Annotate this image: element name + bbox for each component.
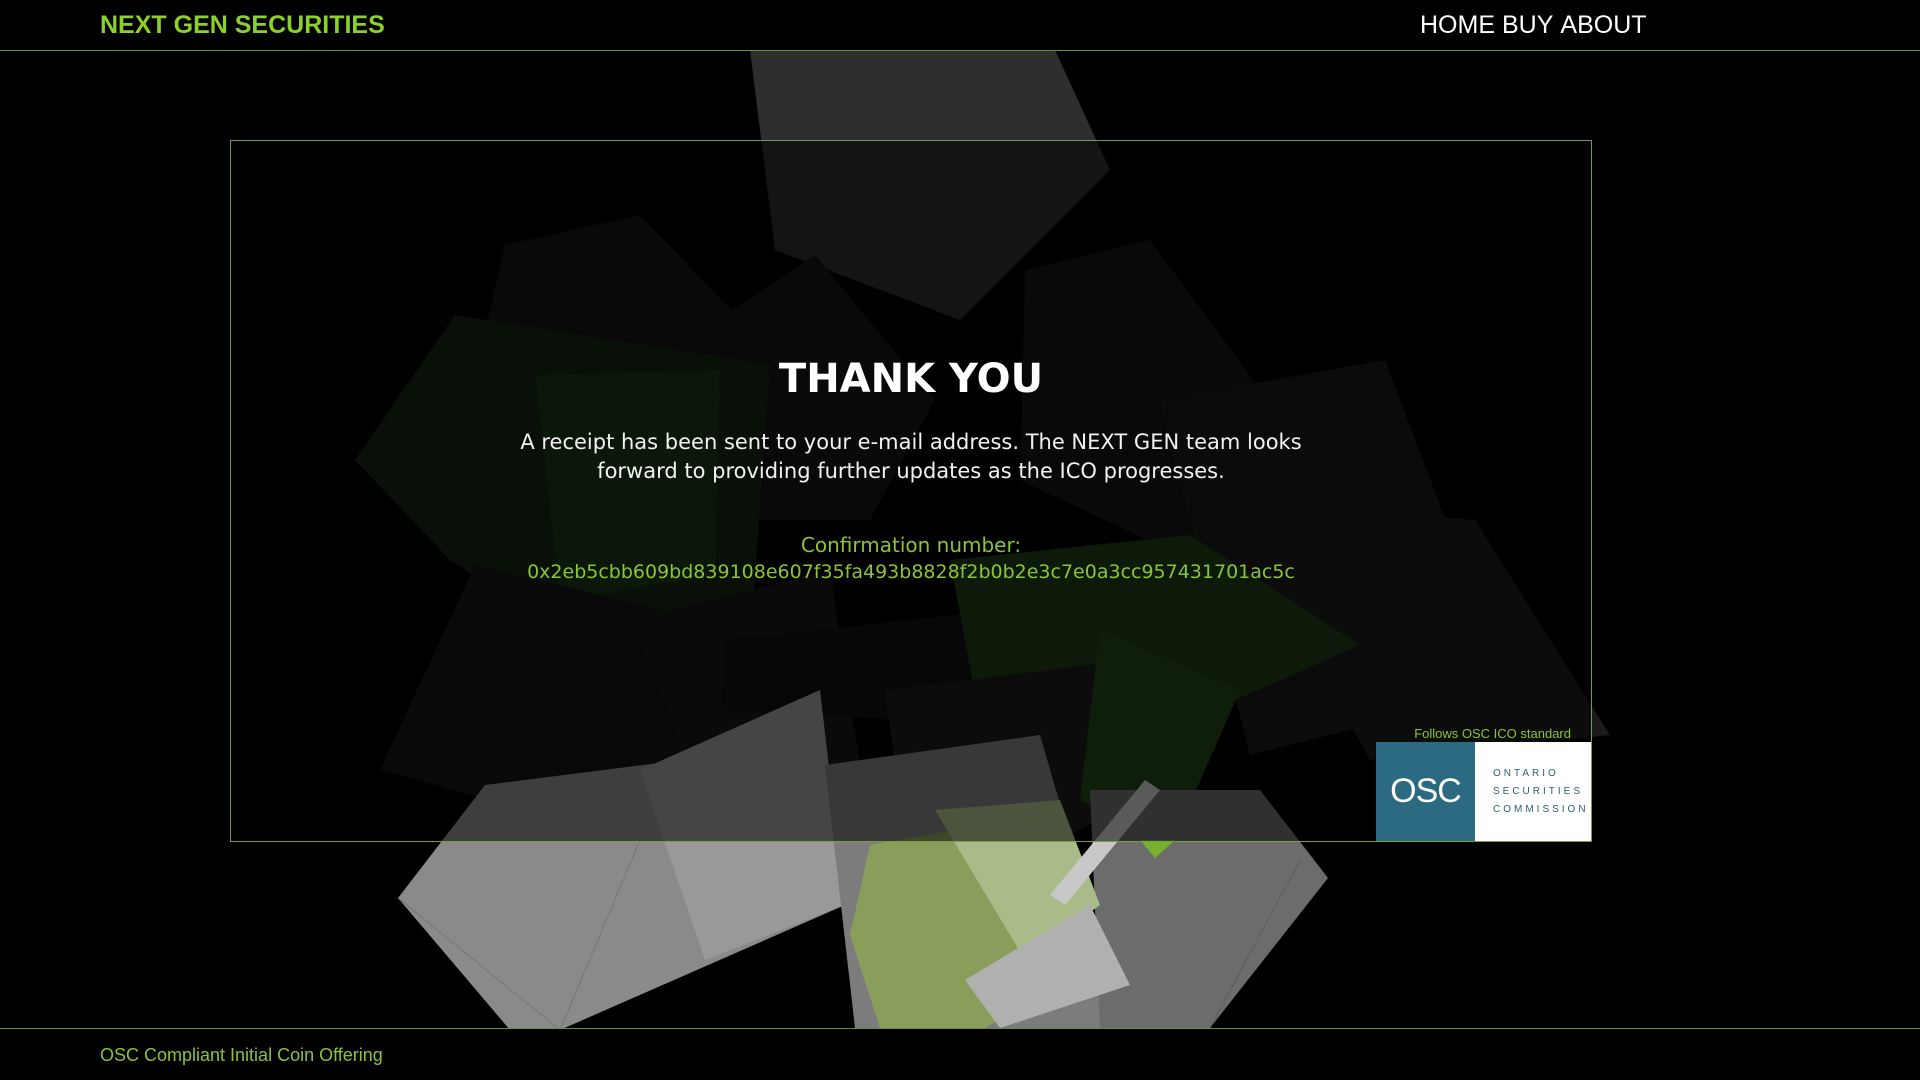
- page-footer: OSC Compliant Initial Coin Offering: [0, 1028, 1920, 1080]
- footer-text: OSC Compliant Initial Coin Offering: [100, 1045, 383, 1065]
- osc-logo[interactable]: OSC ONTARIO SECURITIES COMMISSION: [1376, 742, 1591, 841]
- osc-standard-caption: Follows OSC ICO standard: [1414, 726, 1571, 741]
- page-title: THANK YOU: [778, 356, 1044, 402]
- top-header: NEXT GEN SECURITIES HOME BUY ABOUT: [0, 0, 1920, 51]
- osc-logo-line-securities: SECURITIES: [1493, 785, 1584, 797]
- nav-about-link[interactable]: ABOUT: [1560, 11, 1646, 40]
- osc-logo-abbr: OSC: [1376, 742, 1475, 841]
- confirmation-label: Confirmation number:: [800, 533, 1022, 557]
- nav-buy-link[interactable]: BUY: [1502, 11, 1553, 40]
- brand-logo-link[interactable]: NEXT GEN SECURITIES: [100, 11, 385, 40]
- thank-you-panel: THANK YOU A receipt has been sent to you…: [230, 140, 1592, 842]
- osc-logo-line-ontario: ONTARIO: [1493, 767, 1559, 779]
- osc-logo-fullname: ONTARIO SECURITIES COMMISSION: [1475, 742, 1591, 841]
- confirmation-number: 0x2eb5cbb609bd839108e607f35fa493b8828f2b…: [527, 561, 1295, 583]
- main-nav: HOME BUY ABOUT: [1420, 11, 1647, 40]
- osc-logo-line-commission: COMMISSION: [1493, 803, 1589, 815]
- nav-home-link[interactable]: HOME: [1420, 11, 1495, 40]
- receipt-message: A receipt has been sent to your e-mail a…: [520, 430, 1302, 483]
